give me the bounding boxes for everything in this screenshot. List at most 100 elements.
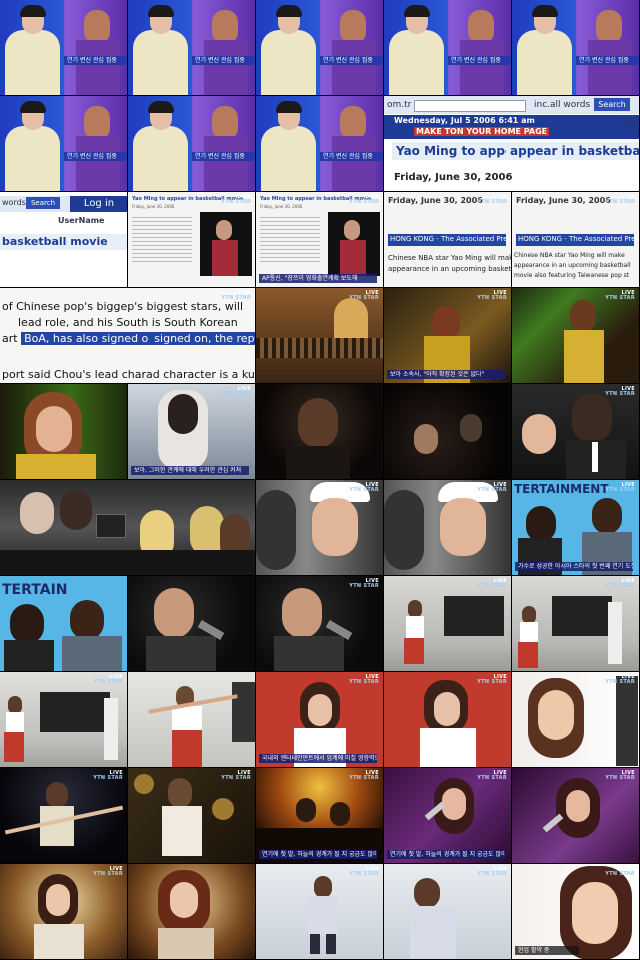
crowd-frame xyxy=(0,480,256,576)
caption: 현업 활약 중 xyxy=(515,946,579,955)
channel-logo: LIVE YTN STAR xyxy=(221,770,251,781)
channel-logo: LIVE YTN STAR xyxy=(349,674,379,685)
studio-frame: 연기 변신 관심 집중 xyxy=(256,0,384,96)
banner-text: TERTAIN xyxy=(2,582,68,598)
photo-frame xyxy=(128,864,256,960)
channel-logo: LIVE YTN STAR xyxy=(93,770,123,781)
banner-frame: TERTAIN xyxy=(0,576,128,672)
studio-mic-frame: LIVE YTN STAR xyxy=(256,480,384,576)
studio-photo-frame: LIVE YTN STAR xyxy=(384,864,512,960)
browser-frame: words Search Log in UserName basketball … xyxy=(0,192,128,288)
studio-frame: 연기 변신 관심 집중 xyxy=(0,96,128,192)
search-button[interactable]: Search xyxy=(26,197,60,209)
studio-frame: 연기 변신 관심 집중 xyxy=(384,0,512,96)
caption: 연기 변신 관심 집중 xyxy=(320,152,383,161)
caption: 연기 변신 관심 집중 xyxy=(576,56,639,65)
channel-logo: LIVE YTN STAR xyxy=(605,866,635,877)
caption: 연기 변신 관심 집중 xyxy=(320,56,383,65)
article-date: Friday, June 30, 2006 xyxy=(132,204,175,209)
event-frame: LIVE YTN STAR xyxy=(512,384,640,480)
article-line: Chinese NBA star Yao Ming will make xyxy=(388,254,512,262)
channel-logo: LIVE YTN STAR xyxy=(349,194,379,205)
caption: AP통신, "장쯔이 영화출연계획 보도해 xyxy=(259,274,377,283)
date-heading: Friday, June 30, 2006 xyxy=(394,172,513,183)
article-line: Chinese NBA star Yao Ming will make xyxy=(514,252,625,259)
channel-logo: LIVE YTN STAR xyxy=(221,290,251,301)
banner-text: TERTAINMENT xyxy=(514,482,609,496)
channel-logo: LIVE YTN STAR xyxy=(477,674,507,685)
event-frame: 보아 소속사, "아직 확정된 것은 없다" LIVE YTN STAR xyxy=(384,288,512,384)
article-line: appearance in an upcoming basketball xyxy=(514,262,631,269)
channel-logo: LIVE YTN STAR xyxy=(221,386,251,397)
studio-frame: 연기 변신 관심 집중 xyxy=(256,96,384,192)
channel-logo: LIVE YTN STAR xyxy=(477,866,507,877)
article-zoom-frame: of Chinese pop's biggep's biggest stars,… xyxy=(0,288,256,384)
article-frame: Friday, June 30, 2006 HONG KONG - The As… xyxy=(384,192,512,288)
search-button[interactable]: Search xyxy=(594,98,630,111)
date-heading: Friday, June 30, 2006 xyxy=(388,196,483,205)
article-date: Friday, June 30, 2006 xyxy=(260,204,303,209)
article-line: movie also featuring Taiwanese pop st xyxy=(514,272,630,279)
banner-frame: TERTAINMENT 가수로 성공한 아시아 스타의 첫 번째 연기 도전 할… xyxy=(512,480,640,576)
caption: 보아 소속사, "아직 확정된 것은 없다" xyxy=(387,370,505,379)
date-line: Wednesday, Jul 5 2006 6:41 am xyxy=(394,116,535,125)
headline-dup: appear in basketball xyxy=(506,142,639,160)
event-frame: LIVE YTN STAR xyxy=(256,288,384,384)
dance-frame: LIVE YTN STAR xyxy=(0,672,128,768)
caption: 국내외 엔터테인먼트에서 업계에 미칠 영향력도 커 xyxy=(259,754,377,763)
channel-logo: LIVE YTN STAR xyxy=(349,290,379,301)
video-thumbnail-grid: 연기 변신 관심 집중 연기 변신 관심 집중 연기 변신 관심 집중 연기 변… xyxy=(0,0,640,960)
caption: 보아, 그러한 관계에 대해 우려한 관심 커져 xyxy=(131,466,249,475)
channel-logo: LIVE YTN STAR xyxy=(605,674,635,685)
studio-frame: 연기 변신 관심 집중 xyxy=(128,96,256,192)
portrait-frame: 국내외 엔터테인먼트에서 업계에 미칠 영향력도 커 LIVE YTN STAR xyxy=(256,672,384,768)
article-frame: Friday, June 30, 2006 HONG KONG - The As… xyxy=(512,192,640,288)
channel-logo: LIVE YTN STAR xyxy=(477,578,507,589)
channel-logo: LIVE YTN STAR xyxy=(93,866,123,877)
studio-mic-frame: LIVE YTN STAR xyxy=(384,480,512,576)
caption: 연기 변신 관심 집중 xyxy=(192,152,255,161)
caption: 연기 변신 관심 집중 xyxy=(192,56,255,65)
portrait-frame: LIVE YTN STAR xyxy=(512,672,640,768)
concert-frame: 연기에 첫 발, 하늘의 경계가 될 지 궁금도 많아 LIVE YTN STAR xyxy=(256,768,384,864)
headline: Yao Ming to appe xyxy=(392,142,518,160)
caption: 연기 변신 관심 집중 xyxy=(64,56,127,65)
stage-frame: LIVE YTN STAR xyxy=(128,768,256,864)
url-text: om.tr xyxy=(387,100,412,110)
mic-frame xyxy=(128,576,256,672)
channel-logo: LIVE YTN STAR xyxy=(93,674,123,685)
studio-frame: 연기 변신 관심 집중 xyxy=(128,0,256,96)
concert-frame: 연기에 첫 발, 하늘의 경계가 될 지 궁금도 많아 LIVE YTN STAR xyxy=(384,768,512,864)
closeup-frame: 현업 활약 중 LIVE YTN STAR xyxy=(512,864,640,960)
studio-photo-frame: LIVE YTN STAR xyxy=(256,864,384,960)
channel-logo: LIVE YTN STAR xyxy=(605,290,635,301)
studio-frame: 연기 변신 관심 집중 xyxy=(512,0,640,96)
mic-frame: LIVE YTN STAR xyxy=(256,576,384,672)
article-frame: Yao Ming to appear in basketball movie F… xyxy=(128,192,256,288)
closeup-frame xyxy=(0,384,128,480)
caption: 연기 변신 관심 집중 xyxy=(448,56,511,65)
dance-frame xyxy=(128,672,256,768)
channel-logo: LIVE YTN STAR xyxy=(605,482,635,493)
channel-logo: LIVE YTN STAR xyxy=(605,770,635,781)
channel-logo: LIVE YTN STAR xyxy=(477,482,507,493)
portrait-frame: LIVE YTN STAR xyxy=(384,672,512,768)
channel-logo: LIVE YTN STAR xyxy=(349,482,379,493)
channel-logo: LIVE YTN STAR xyxy=(221,194,251,205)
channel-logo: LIVE YTN STAR xyxy=(349,866,379,877)
article-line: appearance in an upcoming basketball xyxy=(388,265,512,273)
article-line: port said Chou's lead charad character i… xyxy=(2,368,255,381)
dance-frame: LIVE YTN STAR xyxy=(384,576,512,672)
basketball-movie-text: basketball movie xyxy=(2,235,108,248)
login-button[interactable]: Log in xyxy=(70,196,127,212)
channel-logo: LIVE YTN STAR xyxy=(477,770,507,781)
user-link[interactable]: Use xyxy=(621,118,636,127)
words-label: words xyxy=(2,198,26,207)
dance-frame: LIVE YTN STAR xyxy=(512,576,640,672)
photo-frame: 보아, 그러한 관계에 대해 우려한 관심 커져 LIVE YTN STAR xyxy=(128,384,256,480)
home-page-banner: MAKE TON YOUR HOME PAGE xyxy=(414,127,550,136)
dateline: HONG KONG - The Associated Press xyxy=(518,235,640,243)
concert-frame: LIVE YTN STAR xyxy=(512,768,640,864)
username-label: UserName xyxy=(58,216,105,225)
article-line: of Chinese pop's biggep's biggest stars,… xyxy=(2,300,244,313)
